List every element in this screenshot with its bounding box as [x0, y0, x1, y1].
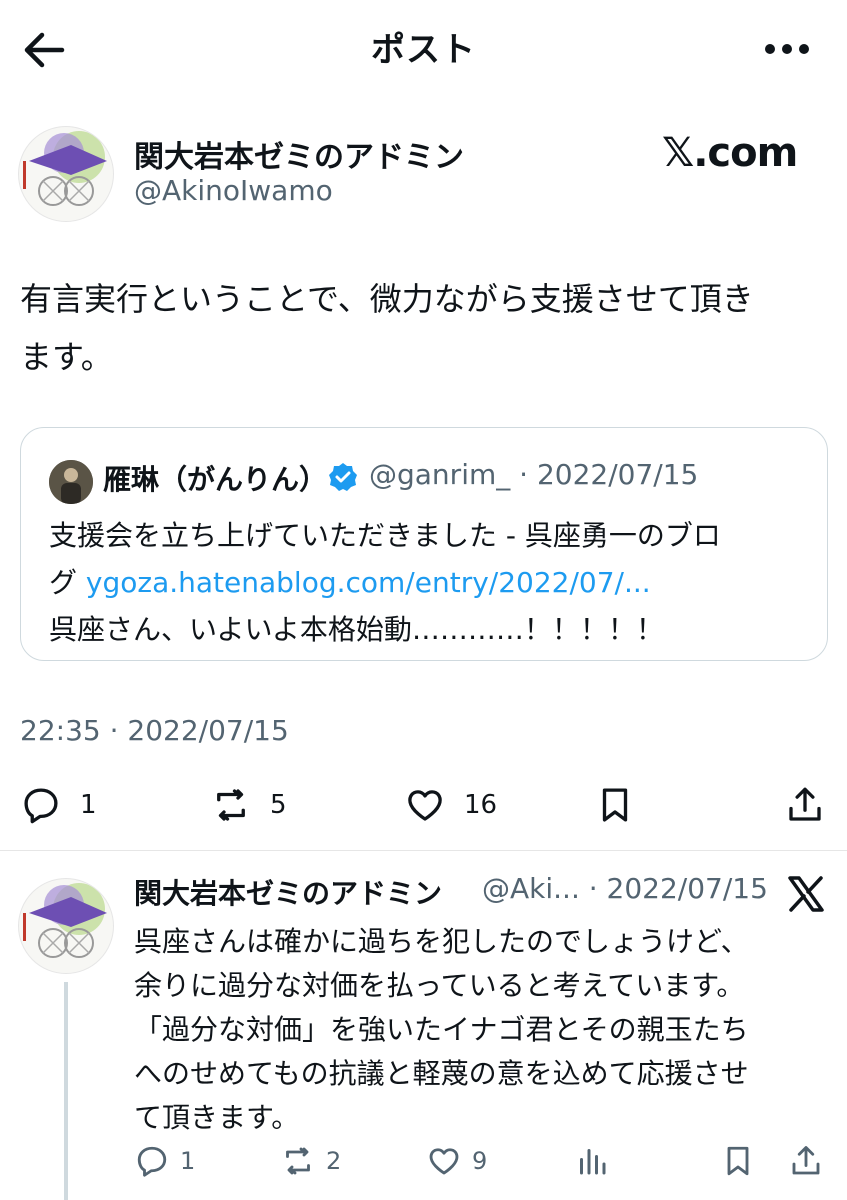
bookmark-button[interactable] [594, 784, 636, 826]
reply-bookmark-button[interactable] [720, 1143, 756, 1179]
reply-line: て頂きます。 [134, 1101, 300, 1134]
repost-button[interactable]: 5 [210, 784, 287, 826]
reply-views-button[interactable] [574, 1143, 610, 1179]
quote-text: 支援会を立ち上げていただきました - 呉座勇一のブロ グ ygoza.haten… [49, 512, 809, 653]
author-name[interactable]: 関大岩本ゼミのアドミン [134, 132, 464, 176]
bookmark-icon [602, 788, 628, 822]
reply-repost-count: 2 [326, 1147, 342, 1175]
ellipsis-icon [765, 44, 809, 54]
reply-repost-button[interactable]: 2 [280, 1143, 341, 1179]
reply-line: 「過分な対価」を強いたイナゴ君とその親玉たち [134, 1013, 749, 1046]
bookmark-icon [727, 1146, 749, 1176]
quote-link[interactable]: ygoza.hatenablog.com/entry/2022/07/... [86, 566, 651, 599]
repost-icon [217, 789, 245, 821]
avatar[interactable] [18, 126, 114, 222]
reply-avatar[interactable] [18, 878, 114, 974]
like-button[interactable]: 16 [404, 784, 497, 826]
post-text-line: 有言実行ということで、微力ながら支援させて頂き [20, 280, 754, 318]
repost-icon [286, 1147, 310, 1175]
post-text-line: ます。 [20, 338, 113, 376]
reply-line: 呉座さんは確かに過ちを犯したのでしょうけど、 [134, 925, 749, 958]
post-timestamp[interactable]: 22:35 · 2022/07/15 [20, 714, 289, 747]
quote-author-handle: @ganrim_ · 2022/07/15 [369, 458, 699, 491]
source-badge: 𝕏.com [662, 130, 798, 176]
person-photo-icon [49, 460, 93, 504]
like-count: 16 [464, 790, 498, 820]
reply-button[interactable]: 1 [20, 784, 97, 826]
reply-count: 1 [80, 790, 97, 820]
quote-avatar [49, 460, 93, 504]
share-icon [789, 787, 821, 821]
share-button[interactable] [784, 784, 826, 826]
quote-line: グ ygoza.hatenablog.com/entry/2022/07/... [49, 559, 809, 606]
analytics-icon [580, 1149, 606, 1175]
repost-count: 5 [270, 790, 287, 820]
divider [0, 850, 847, 851]
reply-text: 呉座さんは確かに過ちを犯したのでしょうけど、 余りに過分な対価を払っていると考え… [134, 920, 824, 1140]
reply-author-name[interactable]: 関大岩本ゼミのアドミン [134, 872, 442, 912]
post-text: 有言実行ということで、微力ながら支援させて頂き ます。 [20, 270, 820, 386]
quote-author-name: 雁琳（がんりん） [103, 463, 328, 496]
page-title: ポスト [371, 30, 476, 70]
thread-line [64, 982, 68, 1200]
quote-line: 呉座さん、いよいよ本格始動…………！！！！！ [49, 613, 664, 646]
reply-icon [137, 1146, 167, 1177]
reply-like-count: 9 [472, 1147, 488, 1175]
reply-line: へのせめてもの抗議と軽蔑の意を込めて応援させ [134, 1057, 749, 1090]
avatar-logo-icon [23, 131, 107, 206]
quote-line-prefix: グ [49, 566, 86, 599]
heart-icon [408, 790, 442, 821]
verified-badge-icon [328, 462, 358, 492]
reply-meta: @Aki... · 2022/07/15 [482, 872, 768, 905]
reply-share-button[interactable] [788, 1143, 824, 1179]
reply-like-button[interactable]: 9 [426, 1143, 487, 1179]
reply-reply-count: 1 [180, 1147, 196, 1175]
share-icon [792, 1146, 820, 1175]
quote-line: 支援会を立ち上げていただきました - 呉座勇一のブロ [49, 519, 721, 552]
reply-reply-button[interactable]: 1 [134, 1143, 195, 1179]
reply-icon [24, 788, 58, 824]
quoted-post-card[interactable]: 雁琳（がんりん） @ganrim_ · 2022/07/15 支援会を立ち上げて… [20, 427, 828, 661]
heart-icon [429, 1148, 459, 1175]
x-logo-icon [786, 874, 826, 914]
more-options-button[interactable] [762, 34, 812, 64]
avatar-logo-icon [23, 883, 107, 958]
reply-line: 余りに過分な対価を払っていると考えています。 [134, 969, 745, 1002]
author-handle[interactable]: @AkinoIwamo [134, 174, 333, 207]
